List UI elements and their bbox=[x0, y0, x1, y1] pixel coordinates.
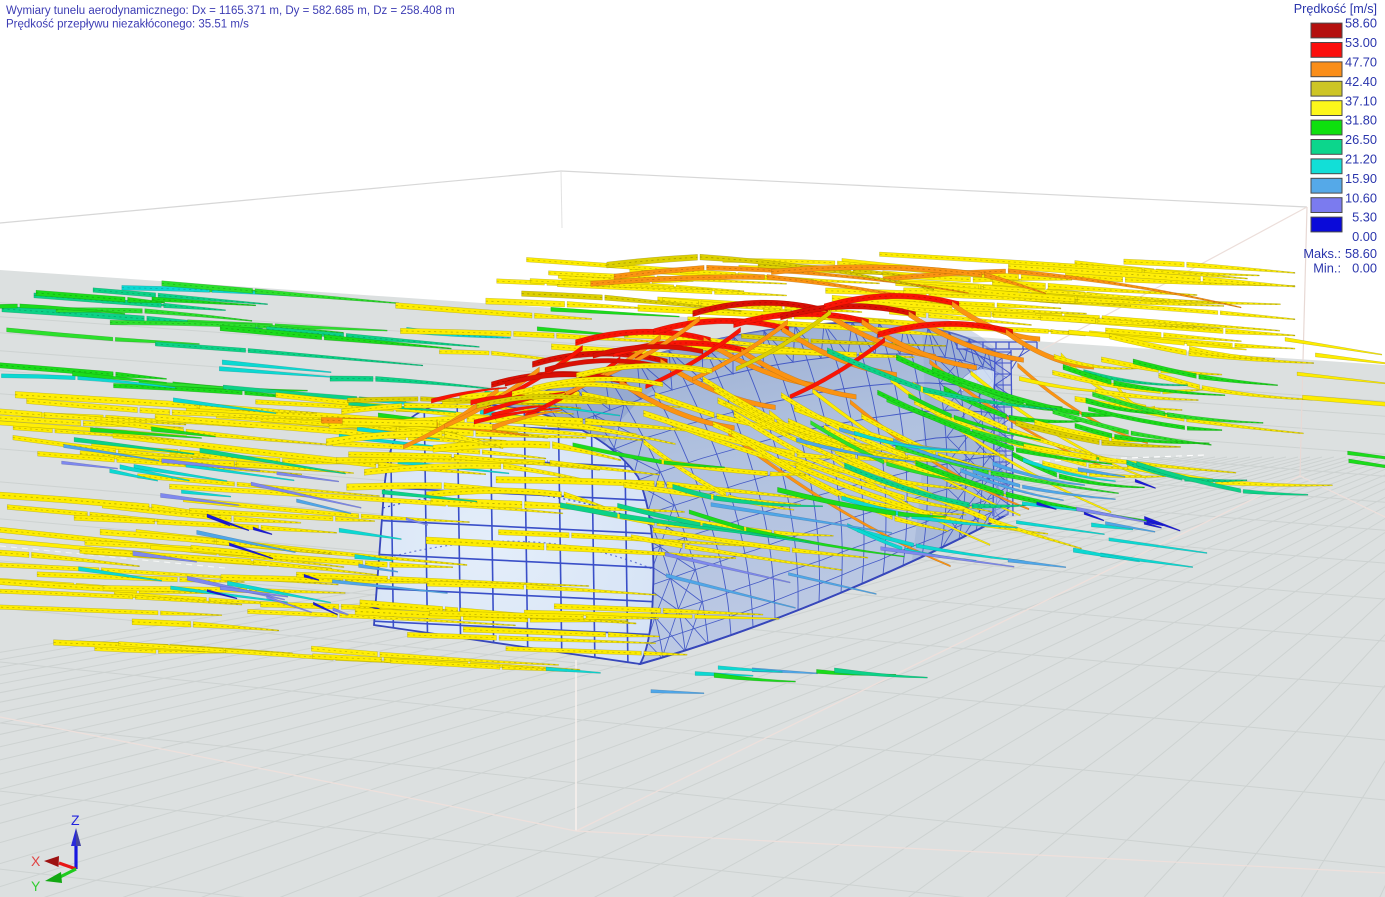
svg-text:Min.:: Min.: bbox=[1313, 261, 1341, 276]
svg-text:5.30: 5.30 bbox=[1352, 210, 1377, 225]
svg-text:0.00: 0.00 bbox=[1352, 229, 1377, 244]
svg-text:10.60: 10.60 bbox=[1345, 190, 1377, 205]
svg-text:47.70: 47.70 bbox=[1345, 55, 1377, 70]
svg-text:0.00: 0.00 bbox=[1352, 261, 1377, 276]
svg-text:58.60: 58.60 bbox=[1345, 246, 1377, 261]
svg-text:Prędkość [m/s]: Prędkość [m/s] bbox=[1294, 2, 1377, 16]
svg-text:31.80: 31.80 bbox=[1345, 113, 1377, 128]
svg-text:15.90: 15.90 bbox=[1345, 171, 1377, 186]
svg-text:26.50: 26.50 bbox=[1345, 132, 1377, 147]
svg-text:42.40: 42.40 bbox=[1345, 74, 1377, 89]
svg-text:Wymiary tunelu aerodynamiczneg: Wymiary tunelu aerodynamicznego: Dx = 11… bbox=[6, 5, 455, 17]
svg-text:Y: Y bbox=[31, 878, 41, 894]
svg-text:Prędkość przepływu niezakłócon: Prędkość przepływu niezakłóconego: 35.51… bbox=[6, 19, 249, 31]
svg-text:Maks.:: Maks.: bbox=[1303, 246, 1341, 261]
svg-text:21.20: 21.20 bbox=[1345, 152, 1377, 167]
svg-text:Z: Z bbox=[71, 812, 80, 828]
svg-text:37.10: 37.10 bbox=[1345, 93, 1377, 108]
svg-text:X: X bbox=[31, 853, 41, 869]
svg-text:53.00: 53.00 bbox=[1345, 35, 1377, 50]
svg-text:58.60: 58.60 bbox=[1345, 16, 1377, 31]
